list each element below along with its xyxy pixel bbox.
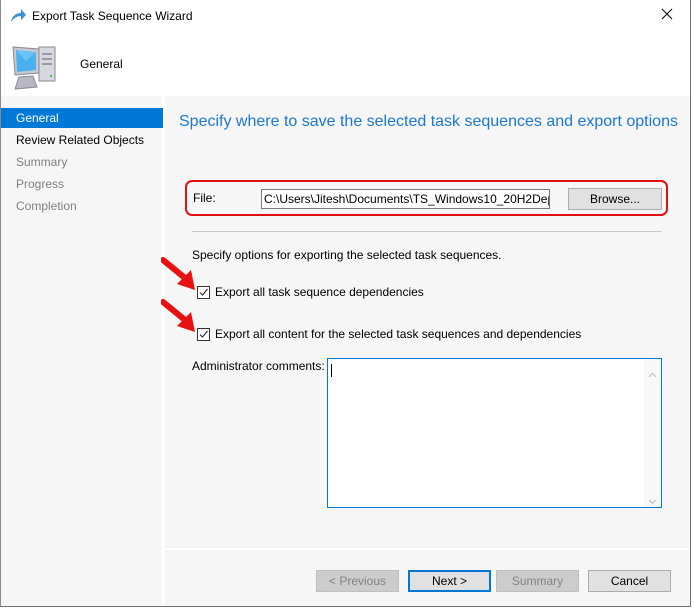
export-content-option[interactable]: Export all content for the selected task… <box>197 326 581 342</box>
comments-label: Administrator comments: <box>192 359 325 373</box>
separator <box>192 231 662 232</box>
header-title: General <box>80 57 123 71</box>
text-caret <box>331 364 332 377</box>
wizard-header: General <box>1 32 690 96</box>
file-label: File: <box>193 191 216 205</box>
computer-icon <box>11 41 61 93</box>
options-description: Specify options for exporting the select… <box>192 248 502 262</box>
close-button[interactable] <box>644 0 690 31</box>
sidebar-item-general[interactable]: General <box>1 108 163 128</box>
close-icon <box>661 8 673 23</box>
wizard-window: Export Task Sequence Wizard General Gene… <box>0 0 691 607</box>
summary-button[interactable]: Summary <box>496 570 579 592</box>
sidebar-item-review-related-objects[interactable]: Review Related Objects <box>1 130 163 150</box>
title-bar: Export Task Sequence Wizard <box>1 0 690 32</box>
wizard-steps-sidebar: General Review Related Objects Summary P… <box>1 96 163 606</box>
wizard-content: Specify where to save the selected task … <box>160 96 690 548</box>
wizard-arrow-icon <box>9 8 27 24</box>
sidebar-item-summary: Summary <box>16 155 68 169</box>
sidebar-item-progress: Progress <box>16 177 65 191</box>
export-content-checkbox[interactable] <box>197 327 210 341</box>
next-button[interactable]: Next > <box>408 570 491 592</box>
page-heading: Specify where to save the selected task … <box>179 113 678 130</box>
previous-button[interactable]: < Previous <box>316 570 399 592</box>
scroll-up-icon[interactable] <box>648 367 657 378</box>
scroll-down-icon[interactable] <box>648 494 657 505</box>
sidebar-item-completion: Completion <box>16 199 77 213</box>
wizard-footer: < Previous Next > Summary Cancel <box>165 549 690 606</box>
administrator-comments-textarea[interactable] <box>327 358 662 508</box>
export-dependencies-option[interactable]: Export all task sequence dependencies <box>197 284 424 300</box>
browse-button[interactable]: Browse... <box>568 188 662 210</box>
cancel-button[interactable]: Cancel <box>588 570 671 592</box>
comments-scrollbar[interactable] <box>644 359 661 507</box>
export-dependencies-checkbox[interactable] <box>197 285 210 299</box>
export-content-label[interactable]: Export all content for the selected task… <box>215 327 581 341</box>
window-title: Export Task Sequence Wizard <box>32 9 193 23</box>
file-path-input[interactable]: C:\Users\Jitesh\Documents\TS_Windows10_2… <box>261 189 550 209</box>
file-highlight-box: File: C:\Users\Jitesh\Documents\TS_Windo… <box>185 180 668 216</box>
export-dependencies-label[interactable]: Export all task sequence dependencies <box>215 285 424 299</box>
